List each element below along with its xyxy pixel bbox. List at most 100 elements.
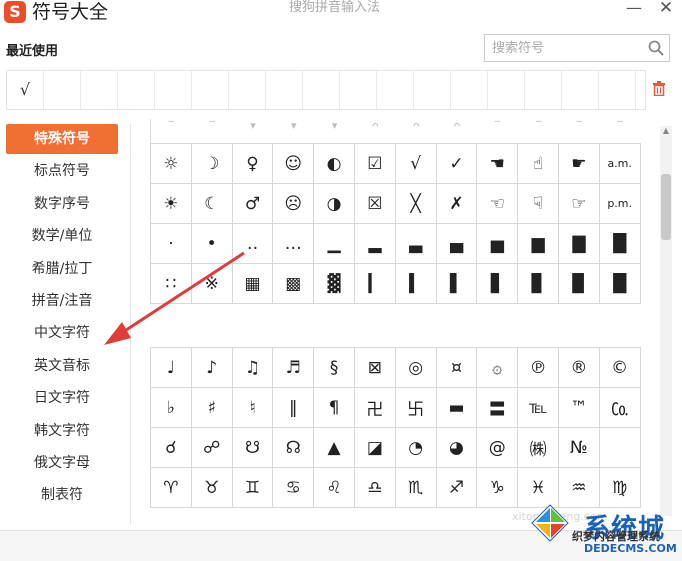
symbol-cell[interactable]: ☺: [273, 144, 315, 184]
symbol-cell[interactable]: ♏: [395, 468, 437, 508]
symbol-cell[interactable]: ▁: [314, 224, 355, 264]
symbol-cell[interactable]: 卍: [354, 388, 396, 428]
symbol-cell[interactable]: ✓: [436, 144, 478, 184]
sidebar-item-9[interactable]: 日文字符: [6, 383, 118, 413]
symbol-cell[interactable]: ♀: [232, 144, 274, 184]
symbol-cell[interactable]: ‖: [273, 388, 315, 428]
sidebar-item-2[interactable]: 标点符号: [6, 156, 118, 186]
symbol-cell[interactable]: ▲: [314, 428, 355, 468]
symbol-cell[interactable]: ☌: [151, 428, 192, 468]
symbol-cell[interactable]: ◪: [354, 428, 396, 468]
symbol-cell[interactable]: ▩: [273, 264, 315, 304]
symbol-cell[interactable]: ☍: [191, 428, 233, 468]
symbol-cell[interactable]: ‥: [232, 224, 274, 264]
recent-symbol-cell[interactable]: [414, 71, 451, 109]
sidebar-item-11[interactable]: 俄文字母: [6, 448, 118, 478]
symbol-cell[interactable]: ♌: [314, 468, 355, 508]
symbol-cell[interactable]: ♎: [354, 468, 396, 508]
sidebar-item-8[interactable]: 英文音标: [6, 351, 118, 381]
scroll-thumb[interactable]: [661, 174, 671, 240]
recent-symbol-cell[interactable]: [525, 71, 562, 109]
symbol-cell[interactable]: ®: [558, 348, 600, 388]
symbol-cell[interactable]: ¤: [436, 348, 478, 388]
symbol-cell[interactable]: @: [477, 428, 519, 468]
symbol-cell[interactable]: ©: [599, 348, 641, 388]
sidebar-item-10[interactable]: 韩文字符: [6, 416, 118, 446]
symbol-cell[interactable]: ♯: [191, 388, 233, 428]
symbol-cell[interactable]: ☀: [151, 184, 192, 224]
recent-symbol-cell[interactable]: [377, 71, 414, 109]
recent-symbol-cell[interactable]: [451, 71, 488, 109]
sidebar-item-5[interactable]: 希腊/拉丁: [6, 254, 118, 284]
sidebar-item-1[interactable]: 特殊符号: [6, 124, 118, 154]
symbol-cell[interactable]: ▦: [232, 264, 274, 304]
symbol-cell[interactable]: ▅: [477, 224, 519, 264]
sidebar-item-7[interactable]: 中文字符: [6, 318, 118, 348]
symbol-cell[interactable]: a.m.: [599, 144, 641, 184]
symbol-cell[interactable]: √: [395, 144, 437, 184]
symbol-cell[interactable]: ◐: [314, 144, 355, 184]
symbol-cell[interactable]: ✗: [436, 184, 478, 224]
symbol-cell[interactable]: ☊: [273, 428, 315, 468]
symbol-cell[interactable]: ☼: [151, 144, 192, 184]
symbol-cell[interactable]: ♉: [191, 468, 233, 508]
symbol-cell[interactable]: ☜: [477, 184, 519, 224]
symbol-cell[interactable]: ▓: [314, 264, 355, 304]
search-icon[interactable]: [647, 39, 665, 57]
recent-symbol-cell[interactable]: [599, 71, 636, 109]
symbol-cell[interactable]: ☽: [191, 144, 233, 184]
symbol-cell[interactable]: ♂: [232, 184, 274, 224]
symbol-cell[interactable]: ☚: [477, 144, 519, 184]
symbol-cell[interactable]: ☛: [558, 144, 600, 184]
symbol-cell[interactable]: ♍: [599, 468, 641, 508]
symbol-cell[interactable]: ♈: [151, 468, 192, 508]
recent-symbol-cell[interactable]: [192, 71, 229, 109]
symbol-cell[interactable]: ☑: [354, 144, 396, 184]
symbol-cell[interactable]: №: [558, 428, 600, 468]
symbol-cell[interactable]: ▄: [436, 224, 478, 264]
symbol-cell[interactable]: ℡: [518, 388, 559, 428]
trash-icon[interactable]: [652, 80, 666, 96]
symbol-cell[interactable]: ♮: [232, 388, 274, 428]
symbol-cell[interactable]: ♊: [232, 468, 274, 508]
symbol-cell[interactable]: ℗: [518, 348, 559, 388]
symbol-cell[interactable]: ☝: [518, 144, 559, 184]
symbol-cell[interactable]: ¶: [314, 388, 355, 428]
close-button[interactable]: ✕: [656, 0, 676, 17]
recent-symbol-cell[interactable]: [340, 71, 377, 109]
recent-symbol-cell[interactable]: [303, 71, 340, 109]
symbol-cell[interactable]: ☟: [518, 184, 559, 224]
symbol-cell[interactable]: ▬: [436, 388, 478, 428]
symbol-cell[interactable]: ♐: [436, 468, 478, 508]
recent-symbol-cell[interactable]: √: [7, 71, 44, 109]
symbol-cell[interactable]: ♫: [232, 348, 274, 388]
symbol-cell[interactable]: ▊: [518, 264, 559, 304]
scroll-up-icon[interactable]: ▲: [660, 126, 672, 136]
symbol-cell[interactable]: ♪: [191, 348, 233, 388]
symbol-cell[interactable]: ◔: [395, 428, 437, 468]
sidebar-item-4[interactable]: 数学/单位: [6, 221, 118, 251]
symbol-cell[interactable]: p.m.: [599, 184, 641, 224]
search-box[interactable]: [484, 34, 670, 62]
symbol-cell[interactable]: ◕: [436, 428, 478, 468]
symbol-cell[interactable]: ▍: [395, 264, 437, 304]
symbol-cell[interactable]: ◑: [314, 184, 355, 224]
symbol-cell[interactable]: ۞: [477, 348, 519, 388]
symbol-cell[interactable]: ♭: [151, 388, 192, 428]
symbol-cell[interactable]: ♑: [477, 468, 519, 508]
symbol-cell[interactable]: ▃: [395, 224, 437, 264]
symbol-cell[interactable]: ☒: [354, 184, 396, 224]
sidebar-item-12[interactable]: 制表符: [6, 480, 118, 510]
symbol-cell[interactable]: ⊠: [354, 348, 396, 388]
symbol-cell[interactable]: ▇: [558, 224, 600, 264]
symbol-cell[interactable]: ♓: [518, 468, 559, 508]
recent-symbol-cell[interactable]: [229, 71, 266, 109]
symbol-cell[interactable]: ▉: [558, 264, 600, 304]
symbol-cell[interactable]: ∷: [151, 264, 192, 304]
symbol-cell[interactable]: ▎: [354, 264, 396, 304]
symbol-cell[interactable]: …: [273, 224, 315, 264]
symbol-cell[interactable]: ▂: [354, 224, 396, 264]
sidebar-item-6[interactable]: 拼音/注音: [6, 286, 118, 316]
symbol-cell[interactable]: •: [191, 224, 233, 264]
recent-symbol-cell[interactable]: [44, 71, 81, 109]
